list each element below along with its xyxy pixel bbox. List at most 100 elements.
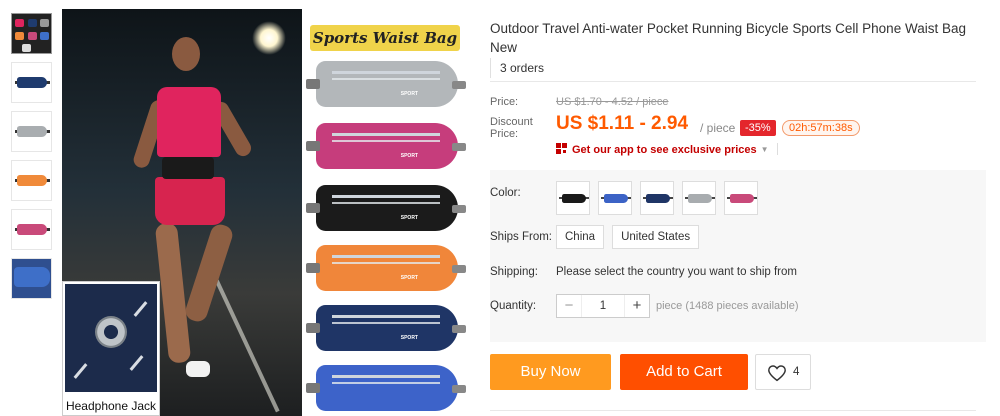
main-product-image[interactable]: Headphone Jack Sports Waist Bag SPORT SP… — [62, 9, 474, 416]
runner-shirt — [157, 87, 221, 157]
runner-leg — [154, 222, 192, 364]
swatch-bag — [646, 194, 670, 203]
bag-logo: SPORT — [400, 275, 418, 281]
thumb-bag — [17, 224, 47, 235]
discount-price: US $1.11 - 2.94 — [556, 113, 689, 134]
bag-variant: SPORT — [306, 61, 466, 107]
thumbnail-gray[interactable] — [11, 111, 52, 152]
shipping-label: Shipping: — [490, 266, 538, 278]
thumb-bag — [14, 267, 50, 287]
quantity-decrease-button[interactable]: − — [557, 295, 581, 317]
thumb-color-chip — [28, 32, 37, 40]
bag-variant — [306, 365, 466, 411]
bag-zipper — [332, 71, 440, 74]
discount-price-label: Discount Price: — [490, 116, 533, 140]
inset-picture — [65, 284, 157, 392]
countdown-timer: 02h:57m:38s — [782, 120, 860, 136]
bag-buckle — [452, 265, 466, 273]
bag-buckle — [452, 385, 466, 393]
runner-shorts — [155, 177, 225, 225]
waist-bag-worn — [162, 157, 214, 179]
road-line — [208, 265, 280, 413]
street-lamp — [252, 21, 286, 55]
quantity-label: Quantity: — [490, 300, 537, 312]
bag-zipper — [332, 375, 440, 378]
thumbnail-orange[interactable] — [11, 160, 52, 201]
bag-buckle — [306, 79, 320, 89]
separator — [776, 143, 778, 155]
buy-now-button[interactable]: Buy Now — [490, 354, 611, 390]
bag-zipper — [332, 140, 440, 142]
swatch-bag — [730, 194, 754, 203]
bag-logo: SPORT — [400, 215, 418, 221]
bag-zipper — [332, 262, 440, 264]
swatch-bag — [688, 194, 712, 203]
orders-count[interactable]: 3 orders — [490, 58, 544, 78]
panel-title: Sports Waist Bag — [310, 25, 460, 51]
divider — [490, 81, 976, 82]
bag-zipper — [332, 382, 440, 384]
bag-variant: SPORT — [306, 123, 466, 169]
shipping-message: Please select the country you want to sh… — [556, 266, 797, 278]
runner-shoe — [186, 361, 210, 377]
bag-logo: SPORT — [400, 91, 418, 97]
bag-buckle — [452, 143, 466, 151]
bag-zipper — [332, 202, 440, 204]
chevron-down-icon: ▼ — [760, 145, 769, 154]
thumb-bag — [17, 77, 47, 88]
ships-from-options: China United States — [556, 225, 700, 249]
quantity-stepper: − 1 + — [556, 294, 650, 318]
runner-head — [172, 37, 200, 71]
thumb-color-chip — [15, 19, 24, 27]
swatch-bag — [604, 194, 628, 203]
color-label: Color: — [490, 187, 521, 199]
ships-from-china[interactable]: China — [556, 225, 605, 249]
bag-variant: SPORT — [306, 305, 466, 351]
color-swatch-navy[interactable] — [640, 181, 674, 215]
thumbnail-navy[interactable] — [11, 62, 52, 103]
headphone-jack-grommet — [95, 316, 127, 348]
color-swatch-gray[interactable] — [682, 181, 716, 215]
availability-text: piece (1488 pieces available) — [656, 300, 799, 312]
thumb-color-chip — [22, 44, 31, 52]
thumbnail-strip — [11, 13, 54, 307]
bag-logo: SPORT — [400, 335, 418, 341]
price-label: Price: — [490, 96, 519, 108]
thumbnail-blue-detail[interactable] — [11, 258, 52, 299]
ships-from-label: Ships From: — [490, 231, 552, 243]
color-variants-panel: Sports Waist Bag SPORT SPORT SPORT SPORT… — [302, 9, 474, 416]
bag-logo: SPORT — [400, 153, 418, 159]
bag-buckle — [306, 141, 320, 151]
thumbnail-rose[interactable] — [11, 209, 52, 250]
color-swatch-black[interactable] — [556, 181, 590, 215]
app-promo-text: Get our app to see exclusive prices — [572, 144, 757, 156]
bag-variant: SPORT — [306, 245, 466, 291]
thumb-color-chip — [28, 19, 37, 27]
quantity-input[interactable]: 1 — [581, 295, 625, 317]
leaf-pattern — [133, 301, 148, 317]
bag-zipper — [332, 322, 440, 324]
wishlist-button[interactable]: 4 — [755, 354, 811, 390]
bag-zipper — [332, 133, 440, 136]
color-swatch-blue[interactable] — [598, 181, 632, 215]
wishlist-count: 4 — [793, 366, 800, 378]
bag-buckle — [306, 323, 320, 333]
bag-buckle — [306, 383, 320, 393]
bag-buckle — [452, 205, 466, 213]
leaf-pattern — [73, 363, 88, 379]
heart-icon — [768, 365, 786, 382]
thumb-bag — [17, 126, 47, 137]
bag-zipper — [332, 255, 440, 258]
add-to-cart-button[interactable]: Add to Cart — [620, 354, 748, 390]
color-swatch-rose[interactable] — [724, 181, 758, 215]
thumbnail-collage[interactable] — [11, 13, 52, 54]
thumb-bag — [17, 175, 47, 186]
app-promo-link[interactable]: Get our app to see exclusive prices ▼ — [556, 143, 778, 156]
thumb-color-chip — [15, 32, 24, 40]
original-price: US $1.70 - 4.52 / piece — [556, 96, 669, 108]
thumb-color-chip — [40, 19, 49, 27]
quantity-increase-button[interactable]: + — [625, 295, 649, 317]
color-swatches — [556, 181, 758, 215]
ships-from-united-states[interactable]: United States — [612, 225, 700, 249]
bag-zipper — [332, 78, 440, 80]
